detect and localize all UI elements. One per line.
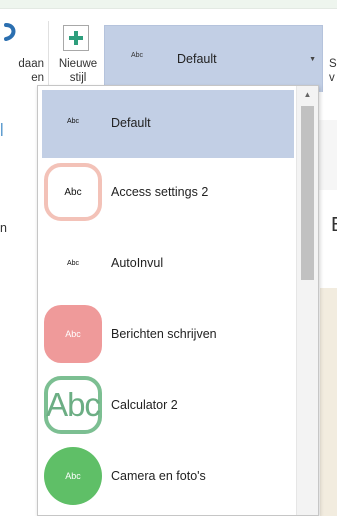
thumbnail-abc: Abc [65,329,81,339]
ribbon: daan en Nieuwe stijl Abc Default ▼ S v [0,8,337,95]
scroll-up-arrow-icon[interactable]: ▲ [297,90,318,104]
thumbnail-abc: Abc [66,259,80,267]
style-item-berichten-schrijven[interactable]: Abc Berichten schrijven [38,300,296,371]
style-item-autoinvul[interactable]: Abc AutoInvul [38,229,296,300]
style-item-label: Camera en foto's [111,469,206,483]
map-strip [320,288,337,516]
style-item-label: AutoInvul [111,256,164,270]
style-thumbnail: Abc [44,163,102,221]
style-preview-abc: Abc [131,52,144,59]
style-thumbnail: Abc [44,234,102,292]
style-item-label: Calculator 2 [111,398,178,412]
blue-link-mark: | [0,120,4,136]
style-thumbnail: Abc [44,92,102,150]
background-edge-text: n [0,221,7,235]
thumbnail-abc: Abc [66,117,80,125]
plus-icon [63,25,89,51]
style-thumbnail: Abc [44,447,102,505]
style-item-default[interactable]: Abc Default [42,90,294,158]
thumbnail-abc: Abc [64,186,82,198]
style-item-label: Default [111,116,151,130]
style-list: Abc Default Abc Access settings 2 Abc Au… [38,86,296,513]
chevron-down-icon[interactable]: ▼ [309,56,316,63]
style-item-label: Access settings 2 [111,185,209,199]
style-item-access-settings-2[interactable]: Abc Access settings 2 [38,158,296,229]
thumbnail-abc: Abc [46,386,101,423]
ribbon-right-edge-label[interactable]: S v [329,57,337,85]
vertical-scrollbar[interactable]: ▲ [296,86,318,515]
style-thumbnail: Abc [44,305,102,363]
thumbnail-abc: Abc [65,471,81,481]
style-item-camera-en-fotos[interactable]: Abc Camera en foto's [38,442,296,513]
new-style-label: Nieuwe stijl [58,58,98,84]
background-right-letter: E [331,214,337,237]
cut-button-icon[interactable] [4,23,18,45]
cut-button-label[interactable]: daan en [0,57,44,85]
ribbon-separator [48,21,49,91]
style-dropdown[interactable]: Abc Default Abc Access settings 2 Abc Au… [37,85,319,516]
style-item-calculator-2[interactable]: Abc Calculator 2 [38,371,296,442]
page-right-panel [318,120,337,190]
scrollbar-thumb[interactable] [301,106,314,280]
style-thumbnail: Abc [44,376,102,434]
style-preview-name: Default [177,52,217,66]
style-item-label: Berichten schrijven [111,327,217,341]
